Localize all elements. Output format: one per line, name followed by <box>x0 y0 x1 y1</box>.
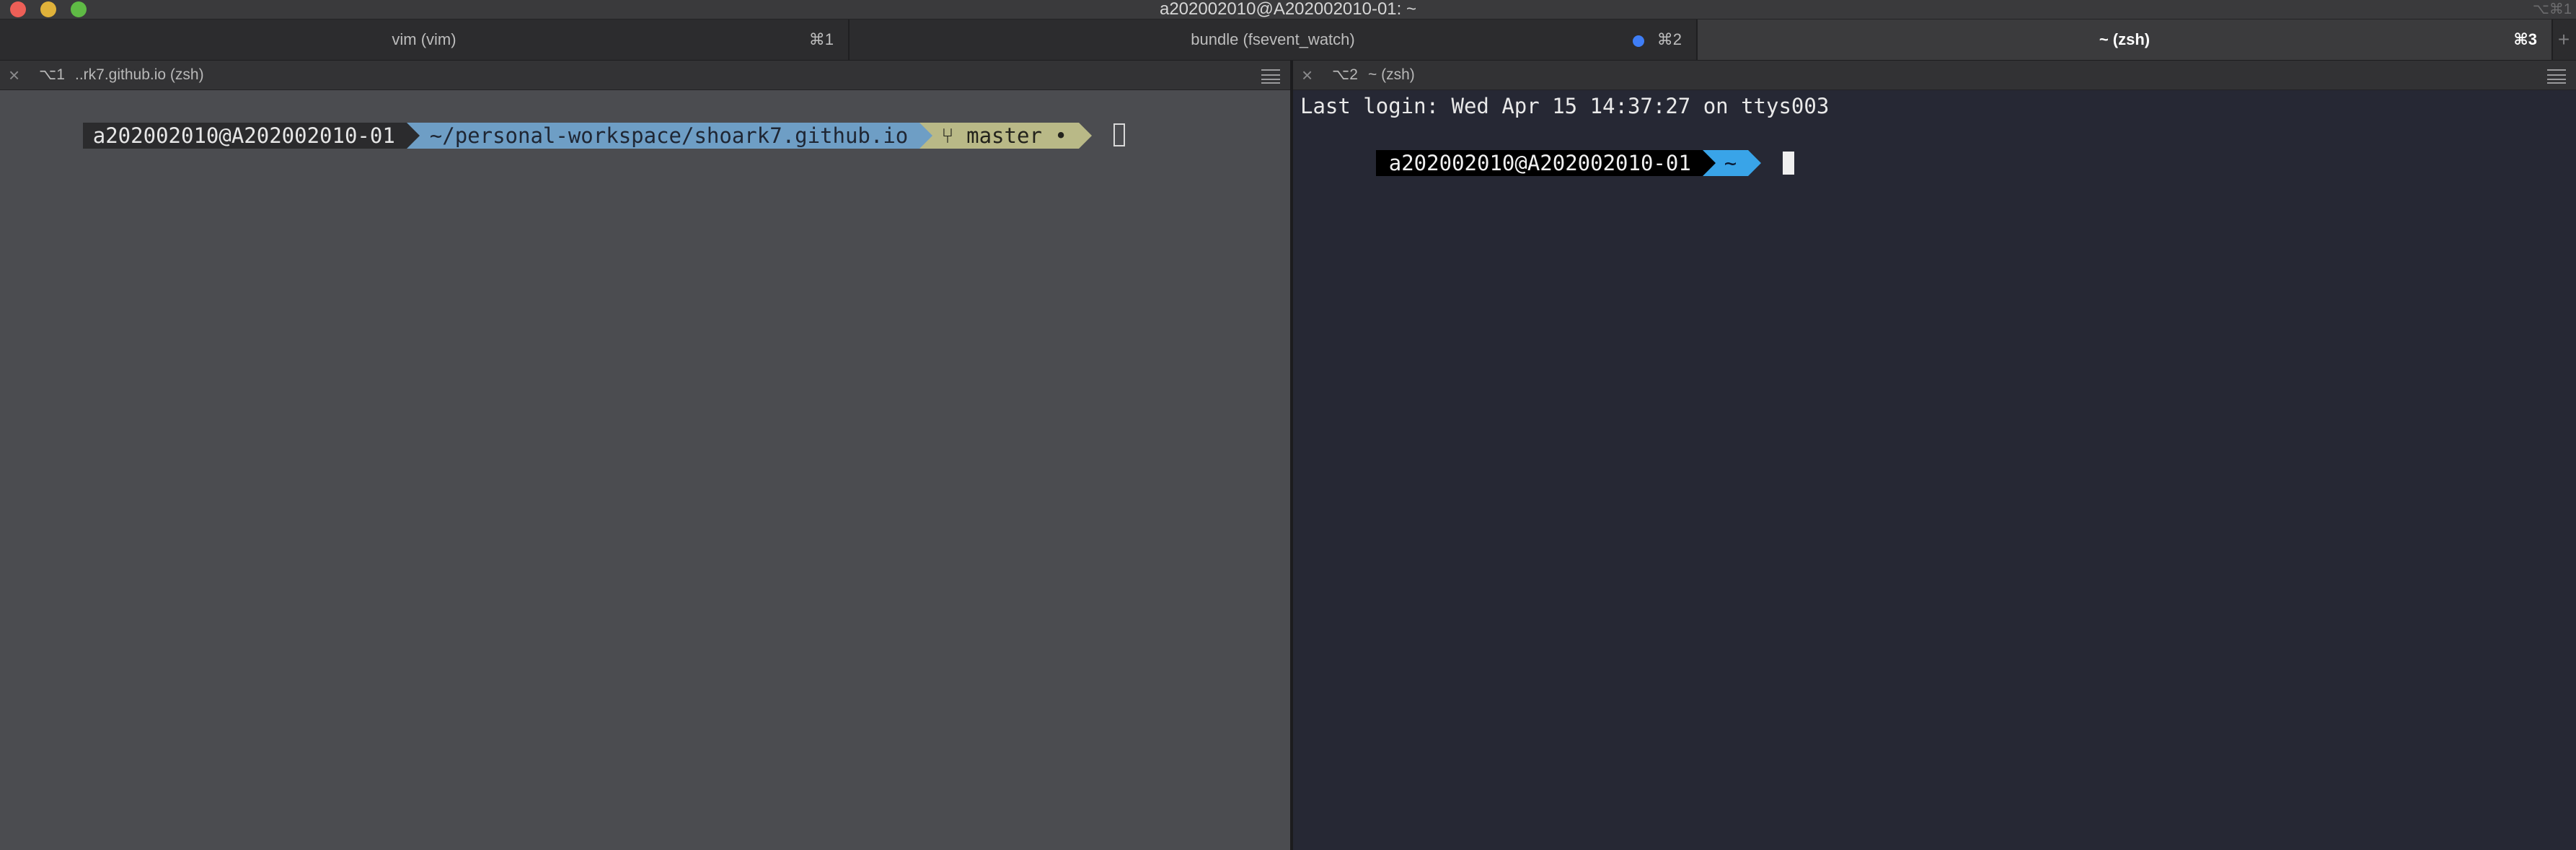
pane-title: ~ (zsh) <box>1368 66 1415 83</box>
terminal-cursor <box>1113 123 1125 146</box>
prompt-line: a202002010@A202002010-01 ~/personal-works… <box>7 94 1125 149</box>
prompt-directory-segment: ~/personal-workspace/shoark7.github.io <box>406 123 920 149</box>
powerline-separator-icon <box>1078 123 1092 149</box>
tab-zsh[interactable]: ~ (zsh) ⌘3 <box>1698 19 2553 60</box>
powerline-separator-icon <box>919 123 933 149</box>
close-pane-icon[interactable]: × <box>1302 61 1313 89</box>
right-terminal-pane[interactable]: × ⌥2 ~ (zsh) Last login: Wed Apr 15 14:3… <box>1293 61 2576 850</box>
prompt-context-segment: a202002010@A202002010-01 <box>1375 150 1703 176</box>
pane-header: × ⌥1 ..rk7.github.io (zsh) <box>0 61 1290 90</box>
git-branch-icon: ⑂ <box>941 123 954 148</box>
tab-vim[interactable]: vim (vim) ⌘1 <box>0 19 850 60</box>
tab-label: vim (vim) <box>392 30 456 48</box>
title-bar: a202002010@A202002010-01: ~ ⌥⌘1 <box>0 0 2576 19</box>
tab-label: ~ (zsh) <box>2099 30 2151 48</box>
left-terminal-pane[interactable]: × ⌥1 ..rk7.github.io (zsh) a202002010@A2… <box>0 61 1290 850</box>
prompt-line: a202002010@A202002010-01 ~ <box>1300 121 1795 176</box>
hamburger-menu-icon[interactable] <box>1261 69 1280 84</box>
pane-shortcut: ⌥2 <box>1332 66 1358 83</box>
tab-shortcut: ⌘2 <box>1657 30 1682 48</box>
tab-shortcut: ⌘3 <box>2513 30 2537 48</box>
hamburger-menu-icon[interactable] <box>2547 69 2566 84</box>
pane-title: ..rk7.github.io (zsh) <box>75 66 204 83</box>
tab-bundle[interactable]: bundle (fsevent_watch) ⌘2 <box>850 19 1698 60</box>
window-shortcut-hint: ⌥⌘1 <box>2532 1 2572 17</box>
prompt-git-segment: ⑂ master • <box>919 123 1079 149</box>
tab-bar: vim (vim) ⌘1 bundle (fsevent_watch) ⌘2 ~… <box>0 19 2576 61</box>
terminal-cursor <box>1783 152 1795 175</box>
pane-shortcut: ⌥1 <box>39 66 65 83</box>
git-dirty-indicator: • <box>1054 123 1067 148</box>
powerline-separator-icon <box>406 123 420 149</box>
tab-shortcut: ⌘1 <box>808 30 834 48</box>
terminal-output[interactable]: Last login: Wed Apr 15 14:37:27 on ttys0… <box>1293 91 2576 850</box>
close-pane-icon[interactable]: × <box>9 61 19 89</box>
prompt-context-segment: a202002010@A202002010-01 <box>82 123 407 149</box>
powerline-separator-icon <box>1702 150 1716 176</box>
powerline-separator-icon <box>1748 150 1762 176</box>
activity-indicator-icon <box>1633 35 1644 47</box>
new-tab-button[interactable]: + <box>2551 19 2576 60</box>
git-branch-name: master <box>966 123 1042 148</box>
last-login-line: Last login: Wed Apr 15 14:37:27 on ttys0… <box>1300 94 1830 118</box>
window-title: a202002010@A202002010-01: ~ <box>1159 0 1416 19</box>
terminal-output[interactable]: a202002010@A202002010-01 ~/personal-works… <box>0 91 1290 850</box>
tab-label: bundle (fsevent_watch) <box>1191 30 1355 48</box>
pane-header: × ⌥2 ~ (zsh) <box>1293 61 2576 90</box>
